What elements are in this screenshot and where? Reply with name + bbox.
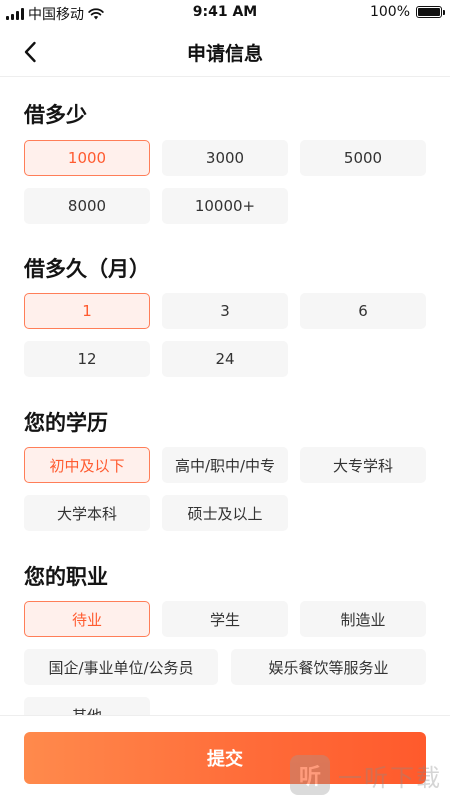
education-option[interactable]: 硕士及以上 bbox=[162, 495, 288, 531]
term-option[interactable]: 12 bbox=[24, 341, 150, 377]
occupation-option[interactable]: 制造业 bbox=[300, 601, 426, 637]
occupation-option[interactable]: 国企/事业单位/公务员 bbox=[24, 649, 218, 685]
battery-percent: 100% bbox=[369, 4, 410, 20]
status-bar: 中国移动 9:41 AM 100% bbox=[0, 0, 450, 26]
term-option[interactable]: 3 bbox=[162, 293, 288, 329]
bottom-divider bbox=[0, 715, 450, 716]
occupation-option[interactable]: 其他 bbox=[24, 697, 150, 715]
occupation-option[interactable]: 待业 bbox=[24, 601, 150, 637]
amount-section-title: 借多少 bbox=[24, 103, 87, 127]
battery-fill bbox=[418, 8, 440, 16]
education-option[interactable]: 初中及以下 bbox=[24, 447, 150, 483]
education-section-title: 您的学历 bbox=[24, 411, 108, 435]
amount-option[interactable]: 8000 bbox=[24, 188, 150, 224]
battery-group: 100% bbox=[369, 4, 445, 20]
occupation-option[interactable]: 学生 bbox=[162, 601, 288, 637]
term-option[interactable]: 24 bbox=[162, 341, 288, 377]
battery-icon bbox=[416, 6, 445, 18]
nav-bar: 申请信息 bbox=[0, 26, 450, 77]
occupation-section-title: 您的职业 bbox=[24, 565, 108, 589]
submit-button[interactable]: 提交 bbox=[24, 732, 426, 784]
education-option[interactable]: 大学本科 bbox=[24, 495, 150, 531]
amount-option[interactable]: 3000 bbox=[162, 140, 288, 176]
form-content[interactable]: 借多少 1000 3000 5000 8000 10000+ 借多久（月） 1 … bbox=[0, 77, 450, 715]
amount-option[interactable]: 1000 bbox=[24, 140, 150, 176]
amount-option[interactable]: 10000+ bbox=[162, 188, 288, 224]
page-title: 申请信息 bbox=[186, 43, 263, 65]
education-option[interactable]: 大专学科 bbox=[300, 447, 426, 483]
term-option[interactable]: 6 bbox=[300, 293, 426, 329]
term-section-title: 借多久（月） bbox=[24, 257, 150, 281]
term-option[interactable]: 1 bbox=[24, 293, 150, 329]
occupation-option[interactable]: 娱乐餐饮等服务业 bbox=[231, 649, 426, 685]
education-option[interactable]: 高中/职中/中专 bbox=[162, 447, 288, 483]
amount-option[interactable]: 5000 bbox=[300, 140, 426, 176]
